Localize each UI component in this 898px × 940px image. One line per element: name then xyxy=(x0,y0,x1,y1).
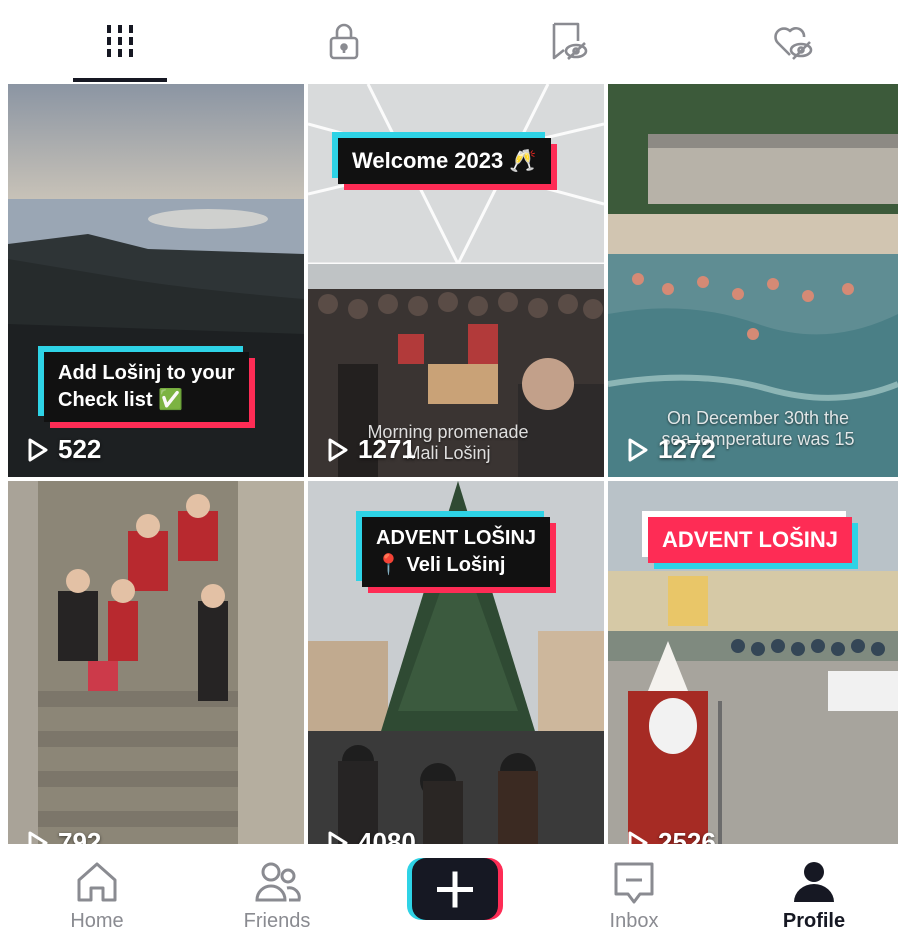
friends-icon xyxy=(255,862,301,902)
heart-hidden-icon xyxy=(774,26,813,60)
tab-liked[interactable] xyxy=(680,0,898,82)
bookmark-hidden-icon xyxy=(552,22,588,60)
tab-private[interactable] xyxy=(232,0,456,82)
video-tile[interactable]: ADVENT LOŠINJ 2526 xyxy=(608,481,898,844)
home-icon xyxy=(77,862,117,902)
nav-home-label: Home xyxy=(70,910,124,932)
play-icon xyxy=(328,831,348,844)
video-tile[interactable]: ADVENT LOŠINJ 📍 Veli Lošinj 4080 xyxy=(308,481,604,844)
video-tile[interactable]: Welcome 2023 🥂 Morning promenade Mali Lo… xyxy=(308,84,604,477)
view-count: 1271 xyxy=(324,434,416,465)
profile-tabs xyxy=(0,0,898,82)
video-grid: Add Lošinj to your Check list ✅ 522 Welc… xyxy=(8,84,898,844)
nav-inbox[interactable]: Inbox xyxy=(544,844,724,940)
tab-favorites[interactable] xyxy=(456,0,680,82)
bottom-navigation: Home Friends Inbox Profile xyxy=(0,844,898,940)
stairs-group-thumbnail xyxy=(8,481,304,844)
play-icon xyxy=(628,438,648,461)
view-count: 522 xyxy=(24,434,101,465)
video-tile[interactable]: 792 xyxy=(8,481,304,844)
nav-home[interactable]: Home xyxy=(7,844,187,940)
active-tab-indicator xyxy=(73,78,167,82)
nav-friends[interactable]: Friends xyxy=(187,844,367,940)
create-plus-icon xyxy=(407,858,503,920)
play-icon xyxy=(628,831,648,844)
view-count: 1272 xyxy=(624,434,716,465)
view-count: 792 xyxy=(24,827,101,844)
inbox-icon xyxy=(614,862,654,904)
play-icon xyxy=(328,438,348,461)
play-icon xyxy=(28,438,48,461)
grid-icon xyxy=(107,25,133,57)
video-caption-label: Add Lošinj to your Check list ✅ xyxy=(44,352,249,422)
video-caption-label: Welcome 2023 🥂 xyxy=(338,138,551,184)
view-count: 4080 xyxy=(324,827,416,844)
nav-inbox-label: Inbox xyxy=(609,910,659,932)
create-button[interactable] xyxy=(407,858,503,920)
nav-profile-label: Profile xyxy=(782,910,846,932)
view-count: 2526 xyxy=(624,827,716,844)
video-tile[interactable]: Add Lošinj to your Check list ✅ 522 xyxy=(8,84,304,477)
tab-videos[interactable] xyxy=(8,0,232,82)
video-caption-label: ADVENT LOŠINJ xyxy=(648,517,853,563)
video-tile[interactable]: On December 30th the sea temperature was… xyxy=(608,84,898,477)
video-caption-label: ADVENT LOŠINJ 📍 Veli Lošinj xyxy=(362,517,551,587)
nav-friends-label: Friends xyxy=(243,910,311,932)
lock-icon xyxy=(329,23,359,60)
play-icon xyxy=(28,831,48,844)
nav-profile[interactable]: Profile xyxy=(724,844,898,940)
profile-icon xyxy=(794,862,834,902)
